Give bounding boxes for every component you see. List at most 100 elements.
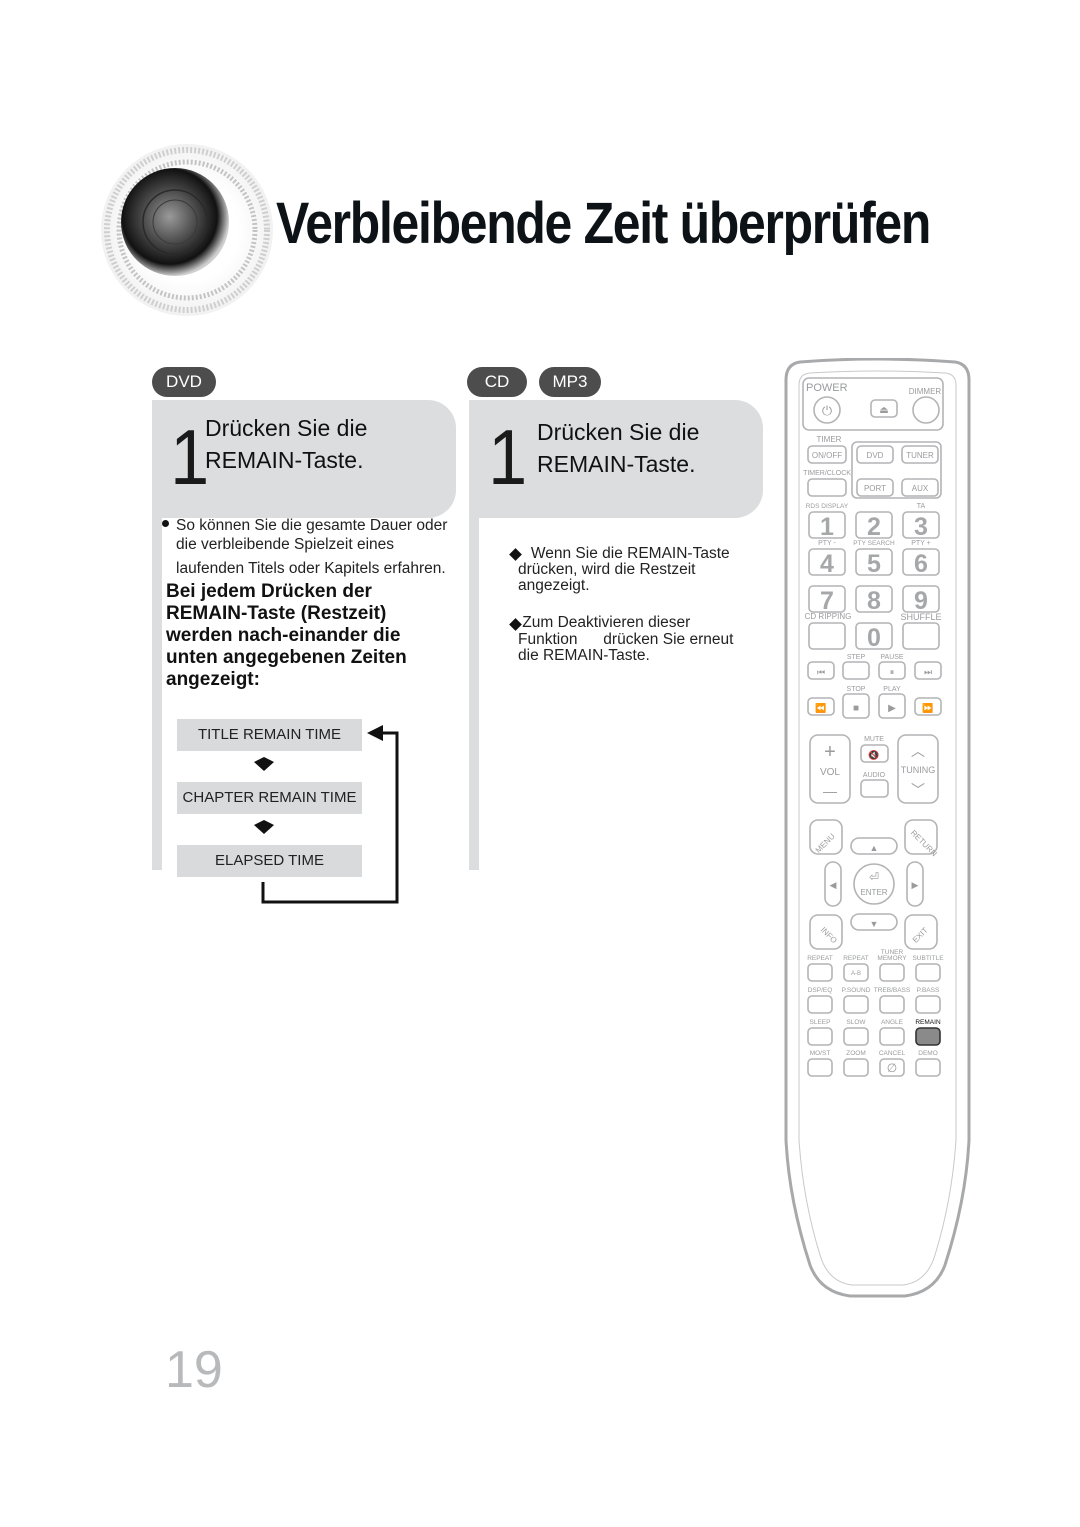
tuning-label: TUNING — [901, 765, 936, 775]
shuffle-label: SHUFFLE — [900, 612, 941, 622]
digit-5-label: 5 — [867, 550, 881, 578]
note-line: Funktion drücken Sie erneut — [518, 631, 734, 648]
remote-control: POWER ⏻ ⏏ DIMMER TIMER ON/OFF DVD TUNER TIMER/CL… — [780, 357, 975, 1318]
up-arrow-icon: ▲ — [870, 843, 879, 853]
eject-icon: ⏏ — [879, 405, 888, 416]
demo-label: DEMO — [918, 1050, 938, 1057]
remote-body-outline — [784, 357, 971, 1298]
port-label: PORT — [864, 484, 886, 493]
dvd-badge: DVD — [152, 367, 216, 397]
down-arrow-icon: ▼ — [870, 919, 879, 929]
rds-display-label: RDS DISPLAY — [806, 503, 849, 510]
dimmer-label: DIMMER — [909, 387, 942, 396]
fast-forward-icon: ⏩ — [922, 702, 933, 713]
play-icon: ▶ — [888, 703, 896, 714]
sleep-label: SLEEP — [810, 1019, 831, 1026]
digit-8-label: 8 — [867, 587, 881, 615]
enter-icon: ⏎ — [869, 870, 879, 884]
digit-0-label: 0 — [867, 624, 881, 652]
p-sound-label: P.SOUND — [842, 987, 871, 994]
mo-st-label: MO/ST — [810, 1050, 831, 1057]
power-label: POWER — [806, 382, 848, 394]
cycle-explanation-line: unten angegebenen Zeiten — [166, 647, 407, 668]
speaker-icon — [95, 130, 285, 330]
ta-label: TA — [917, 503, 926, 510]
page-number: 19 — [165, 1341, 223, 1399]
left-step-number: 1 — [170, 413, 210, 501]
timer-clock-label: TIMER/CLOCK — [803, 470, 851, 477]
description-line: die verbleibende Spielzeit eines — [176, 536, 395, 553]
cancel-label: CANCEL — [879, 1050, 906, 1057]
audio-label: AUDIO — [863, 772, 886, 779]
left-arrow-icon: ◀ — [830, 880, 837, 890]
description-line: So können Sie die gesamte Dauer oder — [176, 517, 448, 534]
left-step-instruction: Drücken Sie die REMAIN-Taste. — [205, 412, 367, 476]
cycle-explanation-line: werden nach-einander die — [166, 625, 401, 646]
a-b-label: A-B — [851, 971, 861, 977]
dvd-label: DVD — [867, 451, 884, 460]
digit-4-label: 4 — [820, 550, 834, 578]
subtitle-label: SUBTITLE — [912, 955, 944, 962]
tuning-down-icon: ﹀ — [911, 782, 925, 798]
digit-3-label: 3 — [914, 513, 928, 541]
stop-icon: ■ — [853, 703, 859, 714]
power-icon: ⏻ — [822, 403, 832, 418]
rewind-icon: ⏪ — [815, 702, 826, 713]
zoom-label: ZOOM — [846, 1050, 866, 1057]
remain-button[interactable] — [915, 1027, 941, 1046]
cycle-explanation: Bei jedem Drücken der REMAIN-Taste (Rest… — [166, 581, 407, 691]
tuning-up-icon: ︿ — [911, 743, 925, 759]
next-icon: ⏭ — [924, 667, 932, 677]
tuner-label: TUNER — [906, 451, 934, 460]
page-title: Verbleibende Zeit überprüfen — [276, 191, 931, 256]
step-label: STEP — [847, 654, 866, 661]
previous-icon: ⏮ — [817, 667, 825, 677]
aux-label: AUX — [912, 484, 929, 493]
right-arrow-icon: ▶ — [912, 880, 919, 890]
digit-2-label: 2 — [867, 513, 881, 541]
cd-badge: CD — [467, 367, 527, 397]
timer-label: TIMER — [817, 435, 842, 444]
left-step-line1: Drücken Sie die — [205, 415, 368, 441]
digit-7-label: 7 — [820, 587, 834, 615]
right-step-line2: REMAIN-Taste. — [537, 451, 696, 477]
left-step-line2: REMAIN-Taste. — [205, 447, 364, 473]
mp3-badge: MP3 — [539, 367, 601, 397]
digit-9-label: 9 — [914, 587, 928, 615]
bullet-icon — [162, 520, 169, 527]
repeat-a-b-label: REPEAT — [843, 955, 869, 962]
vol-label: VOL — [820, 767, 840, 778]
angle-label: ANGLE — [881, 1019, 904, 1026]
right-step-line1: Drücken Sie die — [537, 419, 700, 445]
note-line: die REMAIN-Taste. — [518, 647, 650, 664]
volume-down-icon: — — [823, 783, 837, 799]
pty-search-label: PTY SEARCH — [853, 540, 895, 547]
slow-label: SLOW — [846, 1019, 866, 1026]
cycle-explanation-line: REMAIN-Taste (Restzeit) — [166, 603, 387, 624]
tuner-memory-label: MEMORY — [877, 955, 907, 962]
cd-ripping-label: CD RIPPING — [805, 612, 852, 621]
p-bass-label: P.BASS — [917, 987, 940, 994]
repeat-label: REPEAT — [807, 955, 833, 962]
note-line: Zum Deaktivieren dieser — [518, 614, 691, 631]
right-step-number: 1 — [488, 413, 528, 501]
description-line: laufenden Titels oder Kapitels erfahren. — [176, 560, 446, 577]
cycle-explanation-line: Bei jedem Drücken der — [166, 581, 372, 602]
note-line: Wenn Sie die REMAIN-Taste — [518, 545, 730, 562]
remain-label: REMAIN — [915, 1019, 941, 1026]
stop-label: STOP — [847, 686, 866, 693]
digit-1-label: 1 — [820, 513, 834, 541]
pause-label: PAUSE — [880, 654, 904, 661]
note-line: angezeigt. — [518, 577, 590, 594]
pause-icon: ⏸ — [890, 667, 895, 677]
loop-back-arrow — [261, 725, 399, 904]
mute-label: MUTE — [864, 736, 884, 743]
right-step-instruction: Drücken Sie die REMAIN-Taste. — [537, 416, 699, 480]
cancel-icon: ∅ — [887, 1061, 897, 1075]
treb-bass-label: TREB/BASS — [874, 987, 911, 994]
dsp-eq-label: DSP/EQ — [808, 987, 833, 994]
enter-label: ENTER — [860, 888, 887, 897]
play-label: PLAY — [883, 686, 901, 693]
digit-6-label: 6 — [914, 550, 928, 578]
mute-icon: 🔇 — [868, 749, 879, 760]
